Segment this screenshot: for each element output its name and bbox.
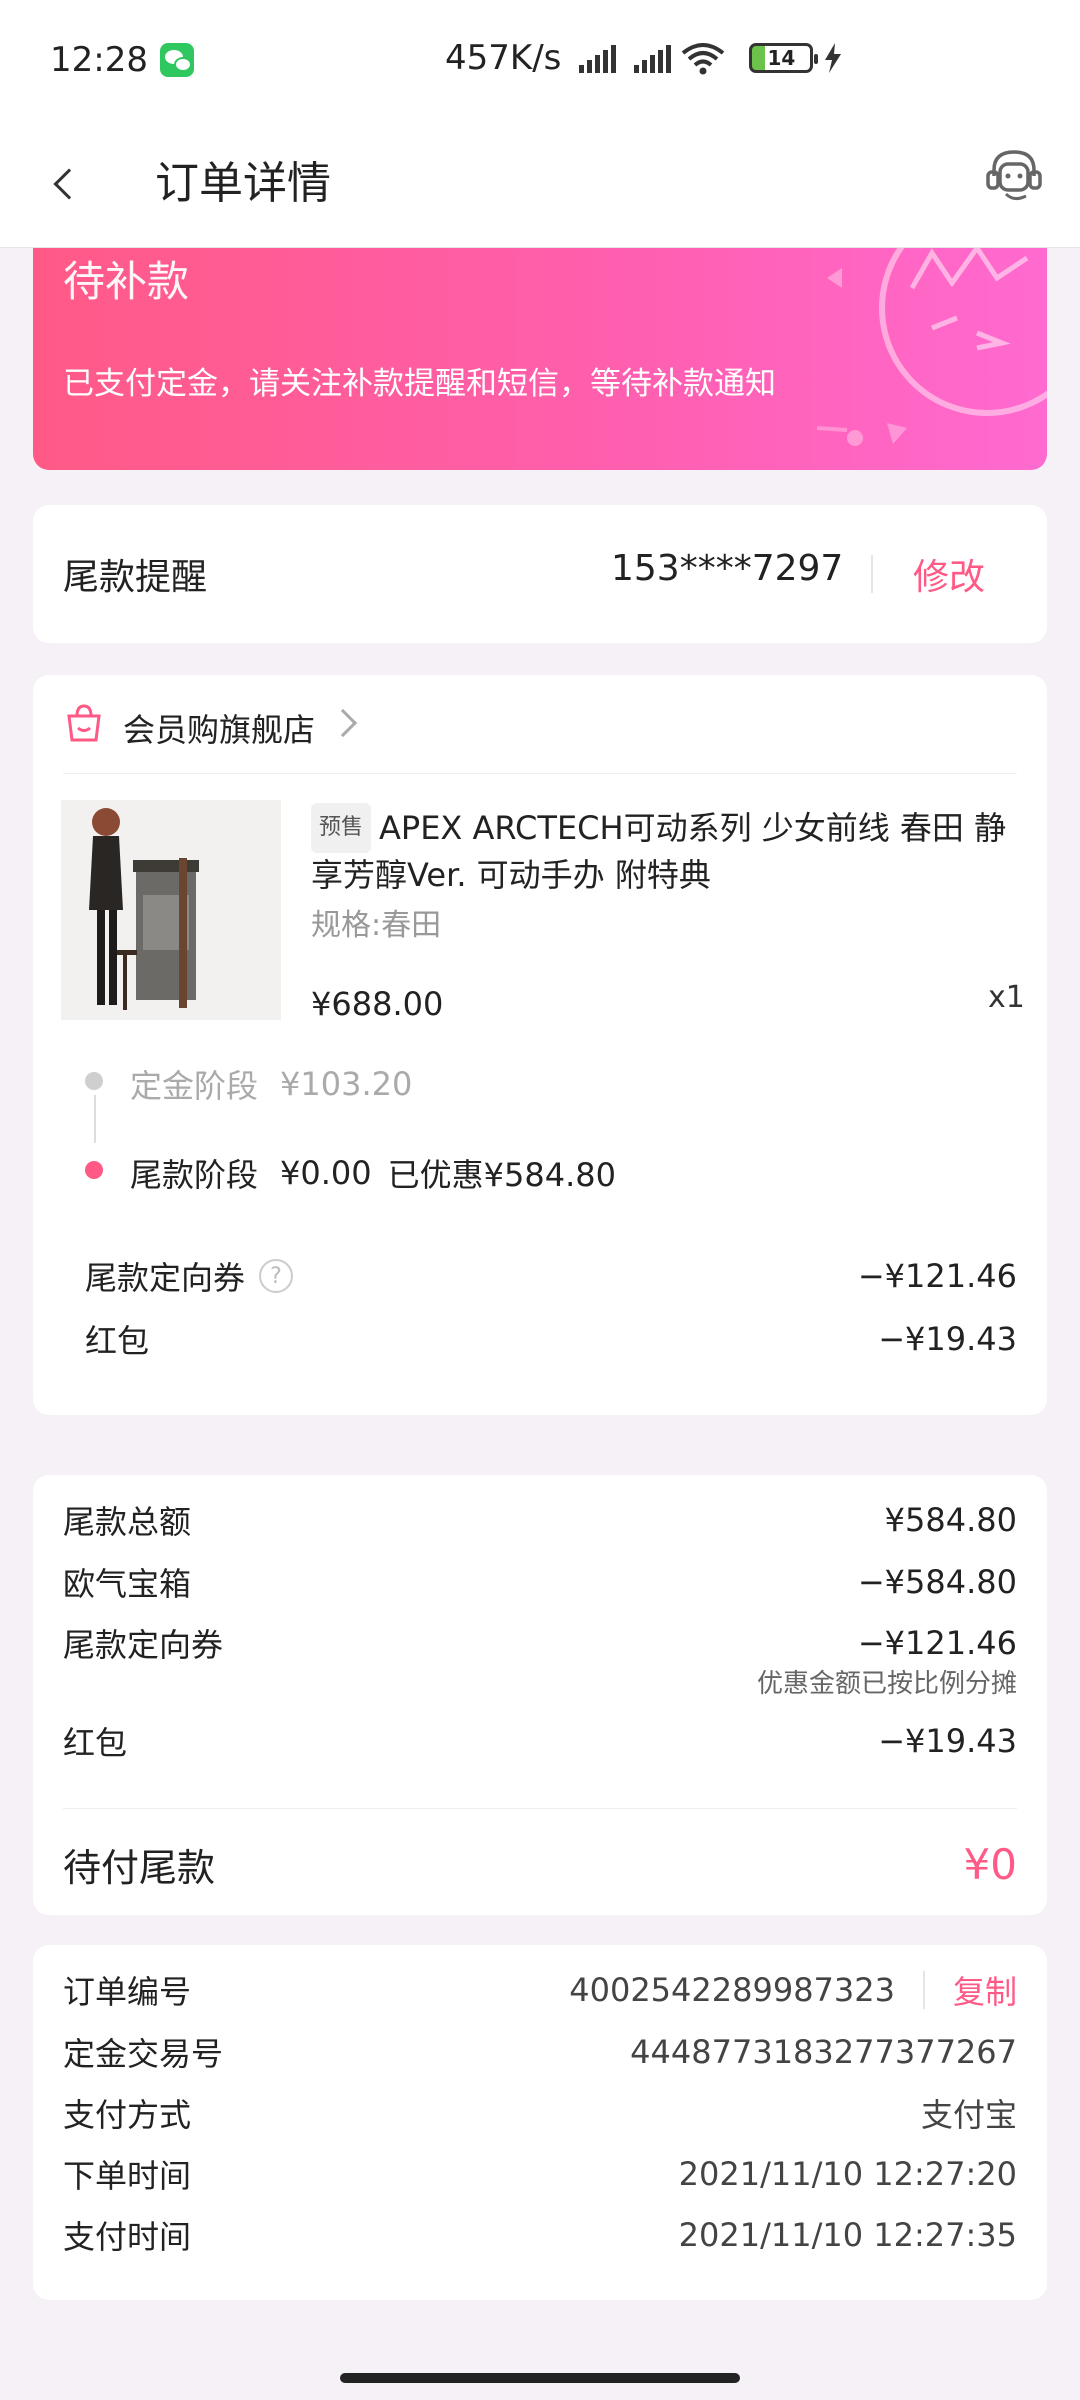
- final-payment-reminder-card: 尾款提醒 153****7297 修改: [33, 505, 1047, 643]
- wechat-notification-icon: [159, 43, 194, 77]
- help-icon[interactable]: ?: [259, 1259, 294, 1293]
- order-time-label: 下单时间: [63, 2157, 192, 2195]
- order-time-row: 下单时间 2021/11/10 12:27:20: [63, 2151, 1017, 2197]
- signal-icon-2: [634, 43, 672, 73]
- banner-title: 待补款: [63, 257, 190, 306]
- shop-name[interactable]: 会员购旗舰店: [123, 705, 315, 751]
- divider: [871, 555, 873, 593]
- network-speed: 457K/s: [445, 38, 562, 78]
- summary-total-label: 尾款总额: [63, 1503, 192, 1541]
- deposit-stage-amount: ¥103.20: [280, 1065, 413, 1103]
- order-number-label: 订单编号: [63, 1973, 192, 2011]
- deposit-stage-label: 定金阶段: [130, 1067, 259, 1105]
- product-title[interactable]: 预售 APEX ARCTECH可动系列 少女前线 春田 静享芳醇Ver. 可动手办…: [311, 803, 1011, 897]
- deposit-stage-dot: [85, 1072, 103, 1090]
- final-payment-summary-card: 尾款总额 ¥584.80 欧气宝箱 −¥584.80 尾款定向券 −¥121.4…: [33, 1475, 1047, 1915]
- copy-button[interactable]: 复制: [953, 1967, 1017, 2013]
- deposit-txn-label: 定金交易号: [63, 2035, 224, 2073]
- pay-time-label: 支付时间: [63, 2218, 192, 2256]
- divider: [63, 773, 1017, 774]
- order-number-value: 4002542289987323: [569, 1971, 895, 2009]
- home-indicator[interactable]: [340, 2373, 740, 2383]
- order-number-wrap: 4002542289987323 复制: [569, 1967, 1017, 2013]
- shop-bag-icon: [67, 704, 101, 742]
- charging-icon: [825, 43, 842, 73]
- summary-total-row: 尾款总额 ¥584.80: [63, 1497, 1017, 1543]
- order-time-value: 2021/11/10 12:27:20: [678, 2155, 1017, 2193]
- status-indicators: 457K/s 14: [445, 38, 843, 78]
- summary-luckybox-row: 欧气宝箱 −¥584.80: [63, 1559, 1017, 1605]
- final-stage: 尾款阶段 ¥0.00 已优惠¥584.80: [130, 1150, 616, 1196]
- order-number-row: 订单编号 4002542289987323 复制: [63, 1967, 1017, 2013]
- pay-method-value: 支付宝: [920, 2096, 1017, 2134]
- status-bar: 12:28 457K/s 14: [0, 0, 1080, 120]
- product-price: ¥688.00: [311, 985, 444, 1023]
- status-banner: 待补款 已支付定金，请关注补款提醒和短信，等待补款通知: [33, 248, 1047, 470]
- product-spec: 规格:春田: [311, 908, 442, 943]
- stage-connector: [94, 1095, 96, 1143]
- nav-bar: 订单详情: [0, 120, 1080, 248]
- reminder-phone: 153****7297: [611, 548, 844, 589]
- summary-redpacket-row: 红包 −¥19.43: [63, 1718, 1017, 1764]
- divider: [922, 1971, 925, 2009]
- wifi-icon: [682, 43, 725, 75]
- summary-luckybox-label: 欧气宝箱: [63, 1565, 192, 1603]
- product-title-text: APEX ARCTECH可动系列 少女前线 春田 静享芳醇Ver. 可动手办 附…: [311, 809, 1007, 894]
- pay-method-label: 支付方式: [63, 2096, 192, 2134]
- summary-coupon-row: 尾款定向券 −¥121.46: [63, 1620, 1017, 1666]
- back-arrow-icon[interactable]: [53, 168, 85, 200]
- reminder-label: 尾款提醒: [63, 557, 208, 598]
- order-card: 会员购旗舰店 预售 APEX ARCTECH可动系列 少女前线 春田 静享芳醇Ve…: [33, 675, 1047, 1415]
- divider: [63, 1808, 1017, 1809]
- summary-due-value: ¥0: [963, 1840, 1017, 1889]
- order-info-card: 订单编号 4002542289987323 复制 定金交易号 444877318…: [33, 1945, 1047, 2300]
- coupon-label: 尾款定向券: [85, 1259, 246, 1297]
- summary-coupon-value: −¥121.46: [857, 1624, 1017, 1662]
- final-stage-label: 尾款阶段: [130, 1156, 259, 1194]
- summary-coupon-note: 优惠金额已按比例分摊: [756, 1669, 1017, 1699]
- edit-phone-button[interactable]: 修改: [913, 548, 985, 600]
- coupon-value: −¥121.46: [857, 1257, 1017, 1295]
- summary-coupon-label: 尾款定向券: [63, 1626, 224, 1664]
- deposit-stage: 定金阶段 ¥103.20: [130, 1061, 412, 1107]
- summary-redpacket-label: 红包: [63, 1724, 128, 1762]
- redpacket-value: −¥19.43: [878, 1320, 1017, 1358]
- status-time: 12:28: [50, 40, 148, 80]
- summary-due-label: 待付尾款: [63, 1846, 216, 1890]
- chevron-right-icon[interactable]: [328, 708, 358, 738]
- summary-redpacket-value: −¥19.43: [878, 1722, 1017, 1760]
- customer-service-icon[interactable]: [982, 142, 1046, 206]
- order-redpacket-row: 红包 −¥19.43: [85, 1316, 1017, 1362]
- pay-time-row: 支付时间 2021/11/10 12:27:35: [63, 2212, 1017, 2258]
- product-image[interactable]: [61, 800, 281, 1020]
- battery-icon: 14: [749, 43, 819, 73]
- banner-description: 已支付定金，请关注补款提醒和短信，等待补款通知: [63, 366, 776, 402]
- final-stage-discount: 已优惠¥584.80: [387, 1156, 616, 1194]
- presale-tag: 预售: [311, 803, 372, 853]
- summary-luckybox-value: −¥584.80: [857, 1563, 1017, 1601]
- page-title: 订单详情: [155, 158, 331, 209]
- redpacket-label: 红包: [85, 1322, 150, 1360]
- summary-total-value: ¥584.80: [884, 1501, 1017, 1539]
- final-stage-dot: [85, 1161, 103, 1179]
- final-stage-amount: ¥0.00: [280, 1154, 372, 1192]
- deposit-txn-value: 4448773183277377267: [630, 2033, 1017, 2071]
- pay-method-row: 支付方式 支付宝: [63, 2090, 1017, 2136]
- signal-icon: [579, 43, 617, 73]
- pay-time-value: 2021/11/10 12:27:35: [678, 2216, 1017, 2254]
- product-quantity: x1: [988, 980, 1025, 1015]
- order-coupon-row: 尾款定向券 ? −¥121.46: [85, 1253, 1017, 1299]
- summary-due-row: 待付尾款 ¥0: [63, 1837, 1017, 1892]
- mascot-decoration-icon: [817, 248, 1047, 446]
- deposit-txn-row: 定金交易号 4448773183277377267: [63, 2029, 1017, 2075]
